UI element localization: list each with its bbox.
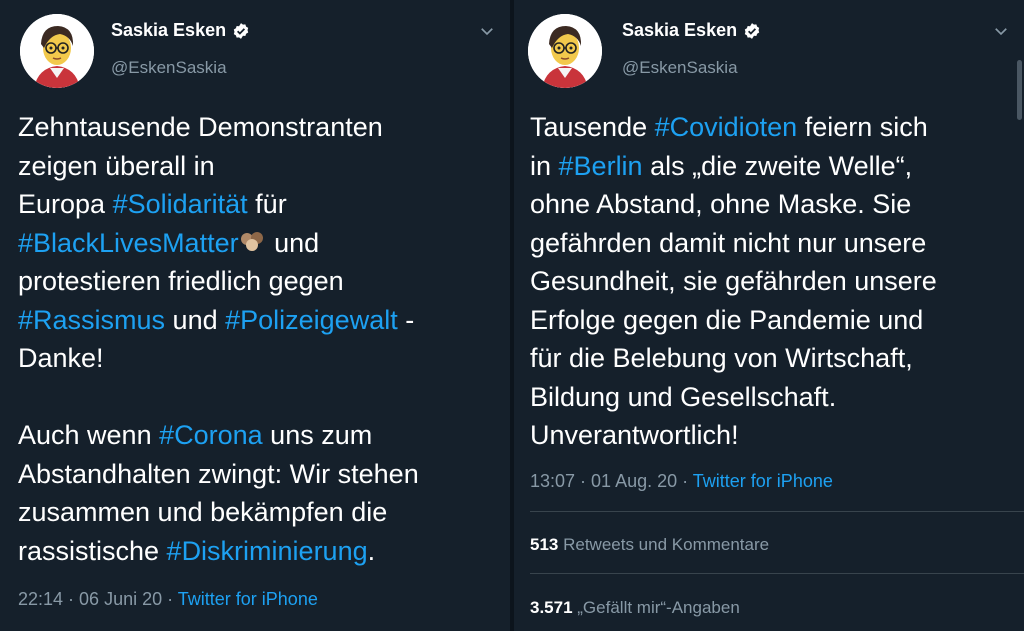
- tweet-text-segment: und: [266, 227, 320, 258]
- tweet-left: Saskia Esken @EskenSaskia Zehntausende D…: [0, 0, 512, 631]
- tweet-text-segment: rassistische: [18, 535, 167, 566]
- tweet-text-segment: ohne Abstand, ohne Maske. Sie: [530, 189, 912, 219]
- author-name-row[interactable]: Saskia Esken: [111, 20, 250, 41]
- tweet-text-segment: Bildung und Gesellschaft.: [530, 381, 837, 412]
- hashtag-link[interactable]: #Rassismus: [18, 305, 165, 335]
- tweet-source-link[interactable]: Twitter for iPhone: [178, 589, 318, 609]
- divider-line: [530, 511, 1024, 512]
- tweet-line: Unverantwortlich!: [530, 416, 1002, 455]
- likes-label: „Gefällt mir“-Angaben: [572, 598, 740, 617]
- tweet-line: Tausende #Covidioten feiern sich: [530, 108, 1002, 147]
- tweet-line: Auch wenn #Corona uns zum: [18, 416, 490, 455]
- tweet-text-segment: als „die zweite Welle“,: [642, 150, 913, 181]
- tweet-text: Tausende #Covidioten feiern sich in #Berl…: [530, 108, 1002, 455]
- tweet-timestamp[interactable]: 22:14 · 06 Juni 20 ·: [18, 589, 178, 609]
- author-name-row[interactable]: Saskia Esken: [622, 20, 761, 41]
- tweet-text-segment: Abstandhalten zwingt: Wir stehen: [18, 458, 419, 489]
- tweet-text-segment: zusammen und bekämpfen die: [18, 497, 388, 527]
- tweet-text-segment: Gesundheit, sie gefährden unsere: [530, 266, 937, 296]
- tweet-line: zusammen und bekämpfen die: [18, 493, 490, 532]
- chevron-down-icon[interactable]: [478, 22, 496, 40]
- tweet-text-segment: feiern sich: [797, 112, 928, 142]
- tweet-line: Abstandhalten zwingt: Wir stehen: [18, 455, 490, 494]
- tweet-line: #Rassismus und #Polizeigewalt -: [18, 301, 490, 340]
- author-handle[interactable]: @EskenSaskia: [111, 58, 227, 78]
- tweet-text-segment: Unverantwortlich!: [530, 420, 739, 450]
- hashtag-link[interactable]: #Polizeigewalt: [225, 305, 398, 335]
- tweet-line: rassistische #Diskriminierung.: [18, 532, 490, 571]
- tweet-text-segment: und: [165, 304, 226, 335]
- hashtag-link[interactable]: #BlackLivesMatter: [18, 228, 239, 258]
- tweet-text-segment: Tausende: [530, 112, 655, 142]
- hashtag-link[interactable]: #Solidarität: [113, 189, 248, 219]
- tweet-line: ohne Abstand, ohne Maske. Sie: [530, 185, 1002, 224]
- retweets-count: 513: [530, 535, 559, 554]
- hashtag-link[interactable]: #Berlin: [559, 151, 643, 181]
- avatar-cartoon-icon: [528, 14, 602, 88]
- verified-badge-icon: [744, 22, 760, 39]
- hashtag-link[interactable]: #Covidioten: [655, 112, 798, 142]
- hashtag-link[interactable]: #Corona: [159, 420, 263, 450]
- likes-count: 3.571: [530, 598, 573, 617]
- tweet-text-segment: Danke!: [18, 343, 104, 373]
- tweet-line: Bildung und Gesellschaft.: [530, 378, 1002, 417]
- tweet-text-segment: uns zum: [262, 420, 373, 450]
- tweet-text-segment: gefährden damit nicht nur unsere: [530, 227, 927, 258]
- author-handle[interactable]: @EskenSaskia: [622, 58, 738, 78]
- tweet-line: Zehntausende Demonstranten: [18, 108, 490, 147]
- avatar[interactable]: [528, 14, 602, 88]
- tweet-line: für die Belebung von Wirtschaft,: [530, 339, 1002, 378]
- tweet-text-segment: -: [397, 304, 415, 335]
- tweet-text-segment: zeigen überall in: [18, 150, 215, 181]
- tweet-line: Danke!: [18, 339, 490, 378]
- tweet-line: Gesundheit, sie gefährden unsere: [530, 262, 1002, 301]
- tweet-line: zeigen überall in: [18, 147, 490, 186]
- tweet-line: Erfolge gegen die Pandemie und: [530, 301, 1002, 340]
- tweet-timestamp[interactable]: 13:07 · 01 Aug. 20 ·: [530, 471, 693, 491]
- tweet-text-segment: Zehntausende Demonstranten: [18, 112, 383, 142]
- author-name[interactable]: Saskia Esken: [111, 20, 226, 41]
- tweet-line: protestieren friedlich gegen: [18, 262, 490, 301]
- scrollbar[interactable]: [1017, 60, 1022, 120]
- verified-badge-icon: [233, 22, 249, 39]
- avatar-cartoon-icon: [20, 14, 94, 88]
- tweet-meta: 13:07 · 01 Aug. 20 · Twitter for iPhone: [530, 471, 833, 492]
- author-name[interactable]: Saskia Esken: [622, 20, 737, 41]
- raised-fists-emoji: [240, 232, 263, 252]
- retweets-label: Retweets und Kommentare: [558, 535, 770, 554]
- tweet-line: in #Berlin als „die zweite Welle“,: [530, 147, 1002, 186]
- tweet-right: Saskia Esken @EskenSaskia Tausende #Covi…: [512, 0, 1024, 631]
- tweet-text-segment: protestieren friedlich gegen: [18, 266, 344, 296]
- tweet-text-segment: Erfolge gegen die Pandemie und: [530, 304, 924, 335]
- tweet-line: Europa #Solidarität für: [18, 185, 490, 224]
- likes-stat[interactable]: 3.571 „Gefällt mir“-Angaben: [530, 598, 740, 618]
- hashtag-link[interactable]: #Diskriminierung: [167, 536, 368, 566]
- tweet-text-segment: .: [367, 535, 376, 566]
- tweet-line: [18, 378, 490, 417]
- tweet-source-link[interactable]: Twitter for iPhone: [693, 471, 833, 491]
- tweet-text-segment: für die Belebung von Wirtschaft,: [530, 343, 913, 373]
- chevron-down-icon[interactable]: [992, 22, 1010, 40]
- tweet-meta: 22:14 · 06 Juni 20 · Twitter for iPhone: [18, 589, 318, 610]
- tweet-text: Zehntausende Demonstranten zeigen überall…: [18, 108, 490, 570]
- tweet-text-segment: Europa: [18, 189, 113, 219]
- tweet-line: #BlackLivesMatter und: [18, 224, 490, 263]
- tweet-text-segment: für: [247, 189, 287, 219]
- retweets-stat[interactable]: 513 Retweets und Kommentare: [530, 535, 769, 555]
- tweet-text-segment: in: [530, 150, 559, 181]
- avatar[interactable]: [20, 14, 94, 88]
- tweet-line: gefährden damit nicht nur unsere: [530, 224, 1002, 263]
- divider-line: [530, 573, 1024, 574]
- tweet-text-segment: Auch wenn: [18, 420, 160, 450]
